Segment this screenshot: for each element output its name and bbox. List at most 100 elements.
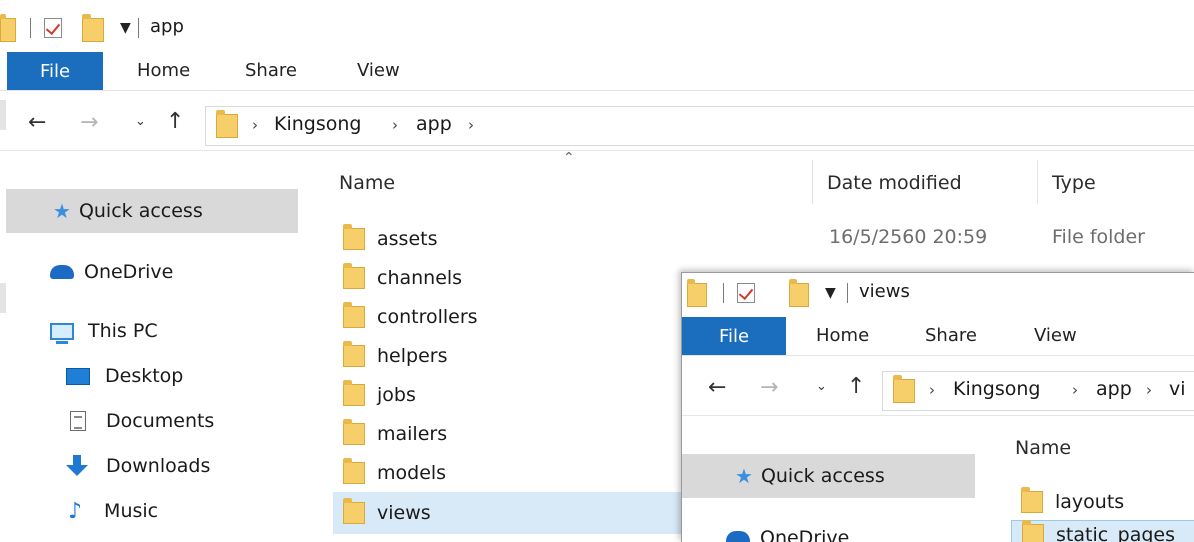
file-type: File folder (1052, 226, 1145, 248)
breadcrumb-chevron-icon[interactable]: › (392, 116, 398, 134)
tab-view[interactable]: View (1034, 325, 1077, 346)
nav-documents[interactable]: Documents (70, 406, 214, 436)
file-name: static_pages (1056, 524, 1176, 542)
file-row[interactable]: controllers (333, 302, 673, 332)
file-row-selected[interactable]: views (333, 492, 681, 534)
tab-share[interactable]: Share (245, 60, 297, 81)
new-folder-icon[interactable] (789, 279, 809, 307)
forward-arrow-icon[interactable]: → (760, 375, 778, 400)
qa-separator (723, 283, 724, 303)
nav-this-pc[interactable]: This PC (50, 316, 158, 346)
cloud-icon (726, 531, 750, 542)
computer-icon (50, 322, 74, 344)
window-title: views (859, 281, 910, 302)
file-row[interactable]: layouts (1011, 487, 1194, 517)
file-name: helpers (377, 345, 448, 367)
documents-icon (70, 411, 86, 431)
breadcrumb-chevron-icon[interactable]: › (468, 116, 474, 134)
nav-onedrive[interactable]: OneDrive (726, 523, 849, 542)
file-row[interactable]: jobs (333, 380, 673, 410)
column-divider[interactable] (812, 160, 813, 204)
column-header-date[interactable]: Date modified (827, 172, 962, 194)
folder-icon (343, 302, 365, 328)
breadcrumb-app[interactable]: app (1096, 378, 1132, 400)
new-folder-icon[interactable] (82, 14, 104, 42)
tab-home[interactable]: Home (137, 60, 190, 81)
folder-icon (343, 498, 365, 524)
breadcrumb-chevron-icon[interactable]: › (252, 116, 258, 134)
tab-file[interactable]: File (7, 52, 103, 90)
recent-locations-icon[interactable]: ⌄ (135, 114, 146, 129)
column-header-name[interactable]: Name (339, 172, 395, 194)
file-name: mailers (377, 423, 448, 445)
tab-home[interactable]: Home (816, 325, 869, 346)
column-header-name[interactable]: Name (1015, 437, 1071, 459)
address-bar[interactable]: › Kingsong › app › vi (882, 371, 1194, 411)
nav-onedrive[interactable]: OneDrive (50, 257, 173, 287)
tab-view[interactable]: View (357, 60, 400, 81)
file-date: 16/5/2560 20:59 (829, 226, 988, 248)
folder-icon (343, 458, 365, 484)
customize-toolbar-icon[interactable]: ▼ (120, 20, 131, 36)
properties-icon[interactable] (737, 283, 755, 303)
explorer-window-views: ▼ views File Home Share View ← → ⌄ ↑ › K… (681, 272, 1194, 542)
up-arrow-icon[interactable]: ↑ (166, 109, 184, 134)
back-arrow-icon[interactable]: ← (28, 110, 46, 135)
file-row[interactable]: mailers (333, 419, 673, 449)
file-row[interactable]: models (333, 458, 673, 488)
breadcrumb-kingsong[interactable]: Kingsong (274, 113, 361, 135)
nav-label: Documents (106, 410, 215, 432)
folder-icon (0, 14, 16, 42)
forward-arrow-icon[interactable]: → (80, 110, 98, 135)
nav-label: Desktop (105, 365, 184, 387)
folder-icon (343, 341, 365, 367)
properties-icon[interactable] (44, 18, 62, 38)
nav-downloads[interactable]: Downloads (66, 451, 210, 481)
file-name: jobs (377, 384, 416, 406)
qa-separator (847, 283, 848, 303)
nav-label: This PC (88, 320, 158, 342)
nav-desktop[interactable]: Desktop (66, 361, 183, 391)
file-row[interactable]: helpers (333, 341, 673, 371)
file-name: channels (377, 267, 463, 289)
file-name: controllers (377, 306, 478, 328)
breadcrumb-kingsong[interactable]: Kingsong (953, 378, 1040, 400)
file-row[interactable]: assets (333, 224, 813, 254)
customize-toolbar-icon[interactable]: ▼ (825, 285, 836, 301)
nav-quick-access[interactable]: ★ Quick access (682, 454, 975, 498)
column-header-type[interactable]: Type (1052, 172, 1096, 194)
tab-file[interactable]: File (682, 317, 786, 355)
column-divider[interactable] (1037, 160, 1038, 204)
ribbon-tabs: File Home Share View (0, 52, 1194, 91)
address-row: ← → ⌄ ↑ › Kingsong › app › (0, 100, 1194, 151)
window-title: app (150, 16, 184, 37)
up-arrow-icon[interactable]: ↑ (847, 374, 865, 399)
nav-label: Quick access (760, 465, 885, 487)
folder-icon (343, 419, 365, 445)
breadcrumb-chevron-icon[interactable]: › (1072, 381, 1078, 399)
star-icon: ★ (735, 464, 753, 488)
back-arrow-icon[interactable]: ← (708, 375, 726, 400)
breadcrumb-chevron-icon[interactable]: › (929, 381, 935, 399)
title-bar: ▼ app (0, 10, 1194, 46)
folder-icon (1021, 487, 1043, 513)
file-row-selected[interactable]: static_pages (1011, 520, 1194, 542)
music-icon: ♪ (68, 498, 83, 524)
nav-music[interactable]: ♪ Music (68, 496, 158, 526)
folder-icon (343, 380, 365, 406)
address-bar[interactable]: › Kingsong › app › (205, 106, 1194, 146)
desktop-icon (66, 367, 90, 385)
ribbon-tabs: File Home Share View (682, 317, 1194, 356)
recent-locations-icon[interactable]: ⌄ (816, 379, 827, 394)
file-row[interactable]: channels (333, 263, 673, 293)
nav-quick-access[interactable]: ★ Quick access (6, 189, 298, 233)
breadcrumb-app[interactable]: app (416, 113, 452, 135)
nav-label: Quick access (78, 200, 203, 222)
window-edge (0, 283, 6, 313)
star-icon: ★ (53, 199, 71, 223)
breadcrumb-chevron-icon[interactable]: › (1146, 381, 1152, 399)
qa-separator (138, 18, 139, 38)
breadcrumb-views[interactable]: vi (1169, 378, 1186, 400)
tab-share[interactable]: Share (925, 325, 977, 346)
nav-label: OneDrive (84, 261, 174, 283)
